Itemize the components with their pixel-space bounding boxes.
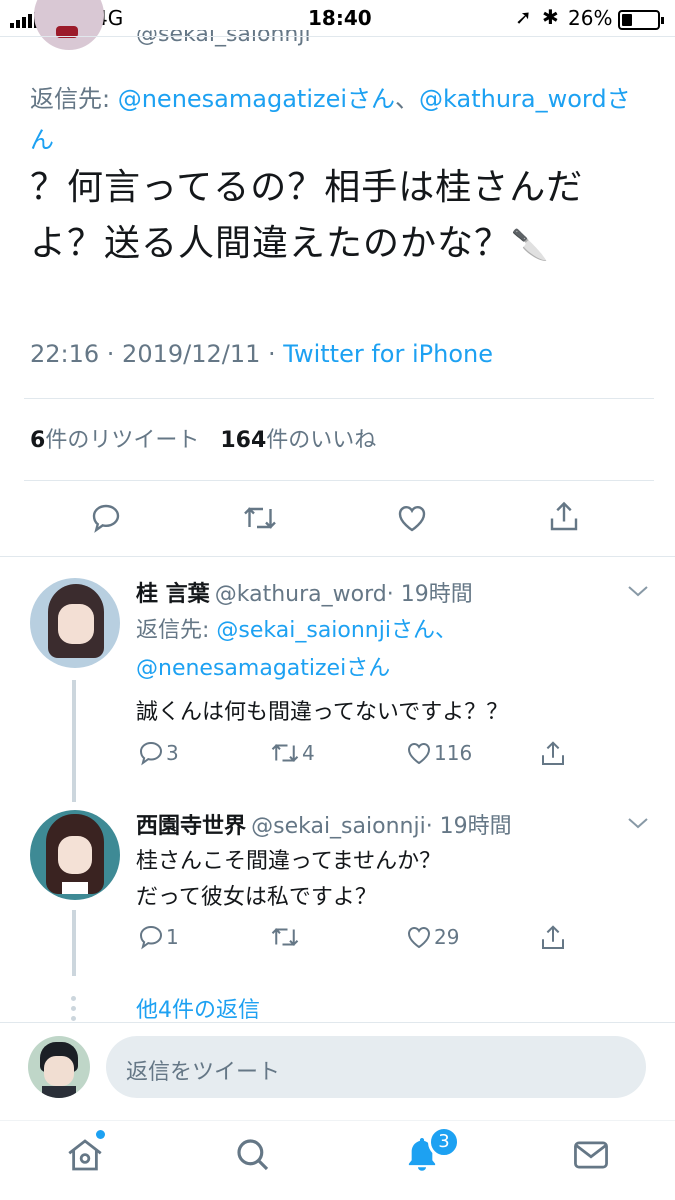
reply-1-retweet-button[interactable]: 4 (268, 738, 315, 768)
reply-2-retweet-button[interactable] (268, 922, 302, 952)
reply-1-time: · 19時間 (386, 582, 473, 607)
reply-to-link-2[interactable]: @kathura_wordさ (419, 85, 631, 113)
likes-label: 件のいいね (266, 428, 377, 453)
reply-1-reply-to: 返信先: @sekai_saionnjiさん、 @nenesamagatizei… (136, 612, 457, 688)
reply-to-link-1[interactable]: @nenesamagatizeiさん (118, 85, 395, 113)
reply-1-handle[interactable]: @kathura_word (215, 582, 387, 607)
reply-1-reply-link-2[interactable]: @nenesamagatizeiさん (136, 656, 390, 681)
retweets-count: 6 (30, 428, 46, 453)
tabbar-divider (0, 1120, 675, 1121)
retweet-icon[interactable] (240, 500, 280, 536)
reply-2-name[interactable]: 西園寺世界 (136, 814, 246, 839)
reply-1-name[interactable]: 桂 言葉 (136, 582, 210, 607)
notifications-badge: 3 (428, 1126, 460, 1158)
reply-to-line: 返信先: @nenesamagatizeiさん、@kathura_wordさ (30, 82, 631, 116)
likes-count: 164 (220, 428, 267, 453)
retweets-label: 件のリツイート (45, 428, 200, 453)
reply-1-like-count: 116 (434, 741, 473, 765)
reply-2-handle[interactable]: @sekai_saionnji (251, 814, 426, 839)
retweets-stat[interactable]: 6件のリツイート (30, 428, 199, 453)
reply-1-avatar[interactable] (30, 578, 120, 668)
reply-2-like-icon (404, 922, 434, 952)
location-icon: ➚ (515, 5, 532, 29)
stats-divider (24, 480, 654, 481)
meta-divider (24, 398, 654, 399)
tweet-text: ？何言ってるの？相手は桂さんだ よ？送る人間違えたのかな？🔪 (30, 160, 670, 274)
knife-emoji: 🔪 (511, 228, 550, 263)
home-icon[interactable] (64, 1134, 106, 1176)
reply-1-reply-link-1[interactable]: @sekai_saionnjiさん、 (216, 618, 457, 643)
reply-1-header: 桂 言葉 @kathura_word· 19時間 (136, 576, 473, 608)
reply-2-text-line-1: 桂さんこそ間違ってませんか？ (136, 849, 442, 874)
reply-2-like-count: 29 (434, 925, 460, 949)
reply-1-thread-line (72, 680, 76, 802)
tweet-text-line-2: よ？送る人間違えたのかな？ (30, 223, 512, 264)
battery-icon (618, 10, 664, 30)
reply-icon[interactable] (88, 500, 124, 536)
reply-1-reply-button[interactable]: 3 (136, 738, 179, 768)
battery-percent: 26% (568, 6, 613, 30)
bluetooth-icon: ✱ (542, 5, 559, 29)
compose-placeholder: 返信をツイート (126, 1060, 281, 1085)
reply-2-time: · 19時間 (425, 814, 512, 839)
compose-divider (0, 1022, 675, 1023)
like-icon[interactable] (394, 500, 430, 536)
reply-1-share-icon[interactable] (538, 738, 568, 770)
tweet-stats: 6件のリツイート 164件のいいね (30, 422, 376, 454)
reply-2-like-button[interactable]: 29 (404, 922, 459, 952)
reply-to-sep: 、 (395, 85, 420, 113)
reply-to-label: 返信先: (30, 85, 118, 113)
home-new-dot (96, 1130, 105, 1139)
thread-dots (71, 996, 77, 1022)
reply-2-reply-button[interactable]: 1 (136, 922, 179, 952)
reply-2-avatar[interactable] (30, 810, 120, 900)
compose-input[interactable]: 返信をツイート (106, 1036, 646, 1098)
reply-1-actions: 3 4 116 (136, 738, 596, 774)
tweet-meta: 22:16 · 2019/12/11 · Twitter for iPhone (30, 340, 493, 368)
tweet-text-line-1: ？何言ってるの？相手は桂さんだ (30, 167, 584, 208)
share-icon[interactable] (546, 498, 582, 536)
reply-1-reply-count: 3 (166, 741, 179, 765)
tweet-source[interactable]: Twitter for iPhone (283, 340, 493, 368)
reply-2-retweet-icon (268, 922, 302, 952)
top-divider (0, 36, 675, 37)
likes-stat[interactable]: 164件のいいね (220, 428, 376, 453)
reply-1-reply-label: 返信先: (136, 618, 217, 643)
clock: 18:40 (308, 6, 372, 30)
reply-1-retweet-icon (268, 738, 302, 768)
reply-2-thread-line (72, 910, 76, 976)
search-icon[interactable] (232, 1134, 274, 1176)
reply-1-text: 誠くんは何も間違ってないですよ？？ (136, 700, 509, 725)
reply-1-like-button[interactable]: 116 (404, 738, 472, 768)
reply-1-like-icon (404, 738, 434, 768)
reply-2-text: 桂さんこそ間違ってませんか？ だって彼女は私ですよ？ (136, 844, 441, 916)
compose-avatar[interactable] (28, 1036, 90, 1098)
more-replies-link[interactable]: 他4件の返信 (136, 992, 260, 1024)
reply-2-header: 西園寺世界 @sekai_saionnji· 19時間 (136, 808, 512, 840)
messages-icon[interactable] (570, 1136, 612, 1174)
reply-to-link-2-cont[interactable]: ん (30, 120, 54, 155)
reply-2-share-icon[interactable] (538, 922, 568, 954)
reply-2-chevron-down-icon[interactable] (626, 814, 650, 832)
reply-1-chevron-down-icon[interactable] (626, 582, 650, 600)
reply-1-reply-icon (136, 738, 166, 768)
main-tweet-avatar[interactable] (34, 0, 104, 50)
reply-2-actions: 1 29 (136, 922, 596, 958)
reply-2-reply-icon (136, 922, 166, 952)
reply-1-retweet-count: 4 (302, 741, 315, 765)
notifications-badge-count: 3 (438, 1131, 450, 1152)
tweet-timestamp: 22:16 · 2019/12/11 · (30, 340, 284, 368)
actions-divider (0, 556, 675, 557)
reply-2-text-line-2: だって彼女は私ですよ？ (136, 885, 377, 910)
reply-2-reply-count: 1 (166, 925, 179, 949)
